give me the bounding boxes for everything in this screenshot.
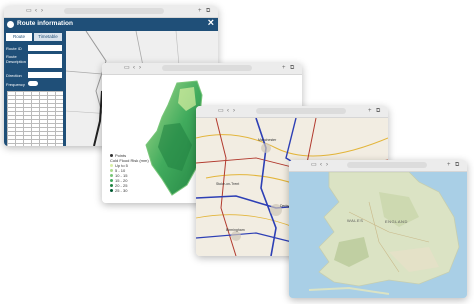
back-arrow-icon[interactable]: ‹ [227, 107, 229, 115]
legend-item-label: 25 - 30 [115, 188, 128, 193]
legend-swatch-icon [110, 174, 113, 177]
address-bar[interactable] [162, 65, 252, 71]
back-arrow-icon[interactable]: ‹ [133, 64, 135, 72]
tabs-overview-icon[interactable]: ⧉ [206, 7, 210, 15]
sidebar-icon[interactable]: ▭ [26, 7, 32, 15]
back-arrow-icon[interactable]: ‹ [320, 161, 322, 169]
place-label: Manchester [258, 138, 277, 142]
back-arrow-icon[interactable]: ‹ [35, 7, 37, 15]
form-panel: Route Timetable Route ID Route Descripti… [4, 31, 66, 146]
direction-select[interactable] [28, 72, 62, 78]
titlebar: ▭ ‹ › + ⧉ [196, 106, 388, 122]
sidebar-icon[interactable]: ▭ [311, 161, 317, 169]
new-tab-icon[interactable]: + [198, 7, 202, 15]
close-icon[interactable]: × [208, 17, 214, 29]
place-label: Birmingham [226, 228, 245, 232]
forward-arrow-icon[interactable]: › [139, 64, 141, 72]
tabs-overview-icon[interactable]: ⧉ [376, 107, 380, 115]
address-bar[interactable] [256, 108, 346, 114]
titlebar: ▭ ‹ › + ⧉ [102, 63, 302, 79]
route-id-field[interactable] [28, 45, 62, 51]
app-title: Route information [17, 20, 73, 27]
titlebar: ▭ ‹ › + ⧉ [289, 160, 467, 176]
place-label: Stoke-on-Trent [216, 182, 240, 186]
tabs-overview-icon[interactable]: ⧉ [455, 161, 459, 169]
topomap-window: ▭ ‹ › + ⧉ WALES ENGLAND [289, 160, 467, 298]
frequency-toggle[interactable] [28, 81, 38, 86]
route-description-field[interactable] [28, 54, 62, 68]
field-label: Route ID [6, 46, 22, 51]
region-label: ENGLAND [385, 219, 408, 224]
new-tab-icon[interactable]: + [282, 64, 286, 72]
region-label: WALES [347, 218, 364, 223]
titlebar: ▭ ‹ › + ⧉ [4, 6, 218, 22]
forward-arrow-icon[interactable]: › [326, 161, 328, 169]
tabs-overview-icon[interactable]: ⧉ [290, 64, 294, 72]
new-tab-icon[interactable]: + [368, 107, 372, 115]
address-bar[interactable] [64, 8, 164, 14]
legend-swatch-icon [110, 184, 113, 187]
field-label: Direction [6, 73, 22, 78]
place-label: Derby [280, 204, 290, 208]
legend-swatch-icon [110, 189, 113, 192]
new-tab-icon[interactable]: + [447, 161, 451, 169]
field-label: Frequency [6, 82, 25, 87]
legend-swatch-icon [110, 164, 113, 167]
field-label: Route Description [6, 54, 27, 64]
timetable-grid [7, 91, 63, 146]
legend-items: Up to 55 - 10 10 - 15 15 - 20 20 - 25 25 - 3… [110, 163, 149, 193]
app-header: Route information × [4, 17, 218, 31]
forward-arrow-icon[interactable]: › [233, 107, 235, 115]
tab-route[interactable]: Route [6, 33, 32, 41]
tab-timetable[interactable]: Timetable [34, 33, 62, 41]
topographic-map-view[interactable]: WALES ENGLAND [289, 172, 467, 298]
sidebar-icon[interactable]: ▭ [218, 107, 224, 115]
point-marker-icon [110, 154, 113, 157]
forward-arrow-icon[interactable]: › [41, 7, 43, 15]
legend-swatch-icon [110, 179, 113, 182]
address-bar[interactable] [347, 162, 427, 168]
legend-item: 25 - 30 [110, 188, 149, 193]
sidebar-icon[interactable]: ▭ [124, 64, 130, 72]
map-legend: Points Cold Flood Risk (mm) Up to 55 - 1… [110, 153, 149, 193]
legend-swatch-icon [110, 169, 113, 172]
app-logo-icon [7, 21, 14, 28]
